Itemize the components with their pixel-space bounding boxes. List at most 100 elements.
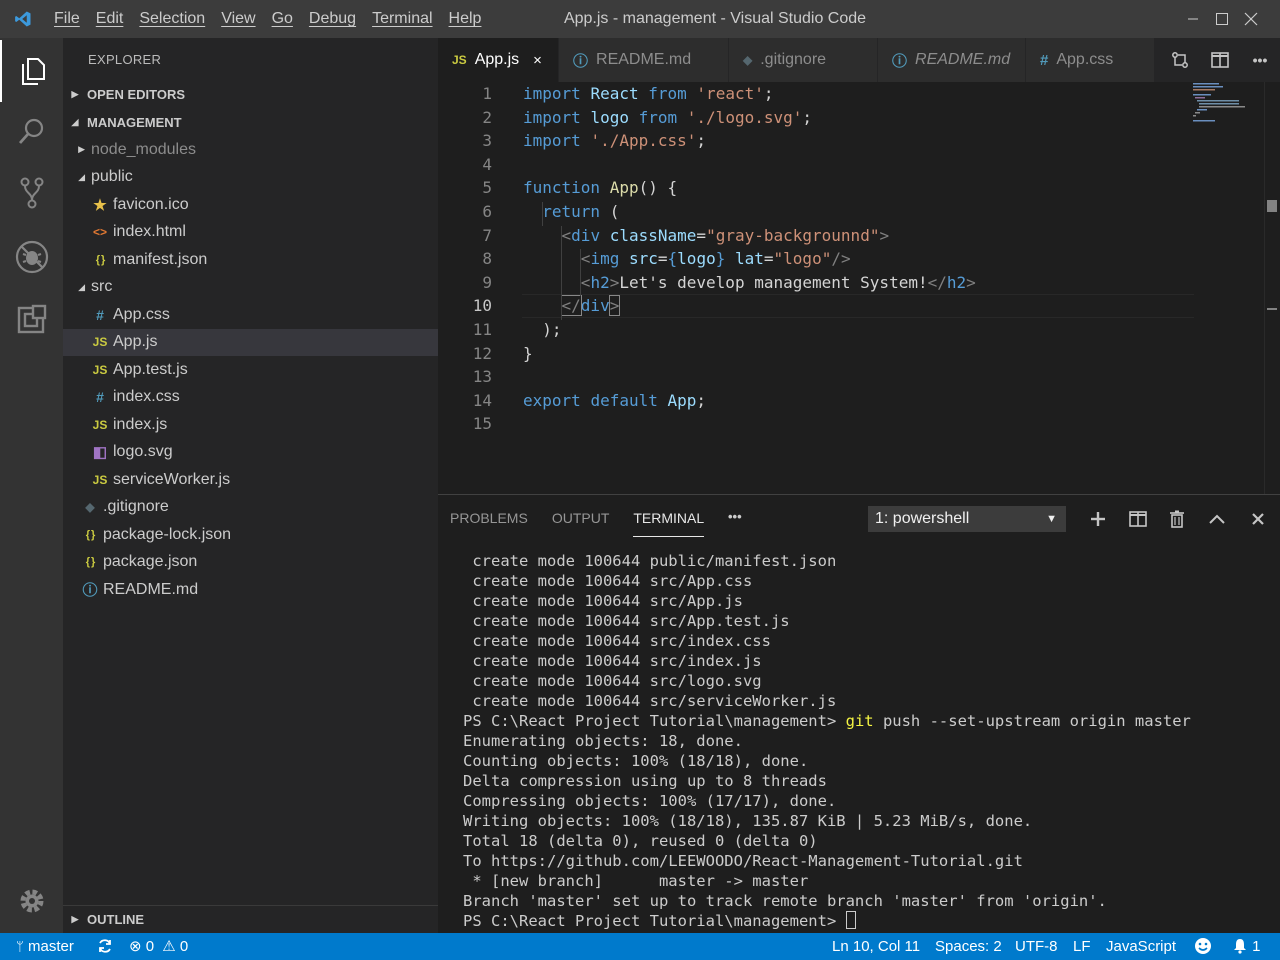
menu-file[interactable]: File (46, 0, 88, 38)
language-mode[interactable]: JavaScript (1106, 933, 1176, 960)
branch-name: master (27, 938, 74, 955)
search-icon[interactable] (0, 100, 63, 162)
tree-file[interactable]: # App.css (63, 301, 438, 328)
tree-folder[interactable]: ◢ src (63, 274, 438, 301)
terminal-line: Compressing objects: 100% (17/17), done. (463, 792, 837, 810)
notifications-status[interactable]: 1 (1232, 933, 1261, 960)
tree-item-label: index.js (113, 415, 168, 433)
problems-status[interactable]: ⊗ 0 ⚠ 0 (129, 933, 188, 960)
line-number: 15 (472, 414, 492, 434)
chevron-right-icon: ▶ (71, 89, 79, 99)
minimap[interactable] (1193, 82, 1263, 142)
tree-file[interactable]: ⓘ README.md (63, 576, 438, 603)
split-editor-icon[interactable] (1200, 52, 1240, 68)
code-line: <img src={logo} lat="logo"/> (523, 249, 851, 273)
tab-label: App.css (1056, 51, 1114, 68)
menu-selection[interactable]: Selection (131, 0, 213, 38)
tree-item-label: src (91, 278, 113, 295)
cursor-position[interactable]: Ln 10, Col 11 (832, 933, 920, 960)
tree-item-label: App.test.js (113, 360, 188, 378)
code-token: from (638, 107, 678, 127)
tree-file[interactable]: JS App.js (63, 328, 438, 356)
terminal-line: Counting objects: 100% (18/18), done. (463, 752, 809, 770)
tree-file[interactable]: { } package-lock.json (63, 521, 438, 548)
panel-tab-terminal[interactable]: TERMINAL (621, 495, 716, 541)
tree-file[interactable]: ◧ logo.svg (63, 439, 438, 466)
tab-readme-md[interactable]: ⓘ README.md (559, 38, 729, 82)
compare-changes-icon[interactable] (1160, 51, 1200, 69)
bottom-panel: PROBLEMS OUTPUT TERMINAL ••• 1: powershell… (438, 494, 1280, 933)
explorer-sidebar: EXPLORER ▶ OPEN EDITORS ◢ MANAGEMENT ▶ no… (63, 38, 438, 933)
more-actions-icon[interactable]: ••• (1240, 52, 1280, 68)
panel-tab-label: TERMINAL (633, 510, 705, 537)
code-token: > (609, 272, 620, 292)
code-token: > (879, 225, 890, 245)
close-tab-icon[interactable]: × (533, 52, 542, 69)
trash-icon[interactable] (1165, 507, 1189, 531)
tree-file[interactable]: { } package.json (63, 549, 438, 576)
terminal-select[interactable]: 1: powershell ▼ (868, 506, 1066, 532)
explorer-icon[interactable] (0, 40, 63, 102)
feedback-smiley-icon[interactable] (1194, 933, 1212, 960)
menu-view[interactable]: View (213, 0, 263, 38)
tree-file[interactable]: <> index.html (63, 219, 438, 246)
outline-section[interactable]: ▶ OUTLINE (63, 905, 438, 932)
code-token: lat (734, 249, 764, 269)
split-terminal-icon[interactable] (1126, 507, 1150, 531)
eol-status[interactable]: LF (1073, 933, 1091, 960)
tree-file[interactable]: { } manifest.json (63, 246, 438, 273)
code-line: ); (523, 320, 561, 344)
extensions-icon[interactable] (0, 288, 63, 350)
tree-file[interactable]: JS index.js (63, 411, 438, 438)
terminal-output[interactable]: create mode 100644 public/manifest.json … (463, 551, 1191, 931)
panel-tab-problems[interactable]: PROBLEMS (438, 495, 540, 541)
indentation-status[interactable]: Spaces: 2 (935, 933, 1002, 960)
panel-tab-output[interactable]: OUTPUT (540, 495, 622, 541)
menu-go[interactable]: Go (264, 0, 301, 38)
source-control-icon[interactable] (0, 162, 63, 224)
code-line: function App() { (523, 178, 677, 202)
js-file-icon: JS (92, 362, 108, 377)
open-editors-section[interactable]: ▶ OPEN EDITORS (63, 81, 438, 108)
sync-icon[interactable] (97, 933, 113, 960)
tree-file[interactable]: ★ favicon.ico (63, 191, 438, 218)
project-section[interactable]: ◢ MANAGEMENT (63, 109, 438, 136)
line-number: 2 (482, 107, 492, 127)
tab-gitignore[interactable]: ◆ .gitignore (729, 38, 878, 82)
code-token: h2 (946, 272, 967, 292)
editor-scrollbar[interactable] (1264, 82, 1278, 494)
menu-terminal[interactable]: Terminal (364, 0, 440, 38)
window-title: App.js - management - Visual Studio Code (563, 10, 867, 27)
menu-debug[interactable]: Debug (301, 0, 364, 38)
code-token: import (523, 107, 581, 127)
new-terminal-icon[interactable] (1086, 507, 1110, 531)
tree-folder[interactable]: ▶ node_modules (63, 136, 438, 163)
code-token: > (608, 295, 621, 317)
warning-icon: ⚠ (162, 938, 176, 955)
tree-file[interactable]: # index.css (63, 384, 438, 411)
tree-file[interactable]: JS serviceWorker.js (63, 466, 438, 493)
debug-icon[interactable] (0, 226, 63, 288)
menu-help[interactable]: Help (441, 0, 490, 38)
close-window-button[interactable] (1222, 0, 1280, 38)
menu-edit[interactable]: Edit (88, 0, 132, 38)
tab-readme-md[interactable]: ⓘ README.md (878, 38, 1026, 82)
tab-app-js[interactable]: JS App.js × (438, 38, 559, 82)
panel-more-icon[interactable]: ••• (728, 509, 742, 524)
encoding-status[interactable]: UTF-8 (1015, 933, 1058, 960)
close-panel-icon[interactable] (1246, 507, 1270, 531)
branch-status[interactable]: ᛘ master (16, 933, 74, 960)
tree-folder[interactable]: ◢ public (63, 164, 438, 191)
tab-app-css[interactable]: # App.css (1026, 38, 1155, 82)
code-editor[interactable]: 1 2 3 4 5 6 7 8 9 10 11 12 13 14 15 import React from … (438, 82, 1280, 494)
tab-label: App.js (474, 51, 520, 68)
settings-gear-icon[interactable] (0, 870, 63, 932)
code-token: export (523, 390, 581, 410)
tree-file[interactable]: JS App.test.js (63, 356, 438, 383)
chevron-up-icon[interactable] (1205, 507, 1229, 531)
tree-file[interactable]: ◆ .gitignore (63, 494, 438, 521)
